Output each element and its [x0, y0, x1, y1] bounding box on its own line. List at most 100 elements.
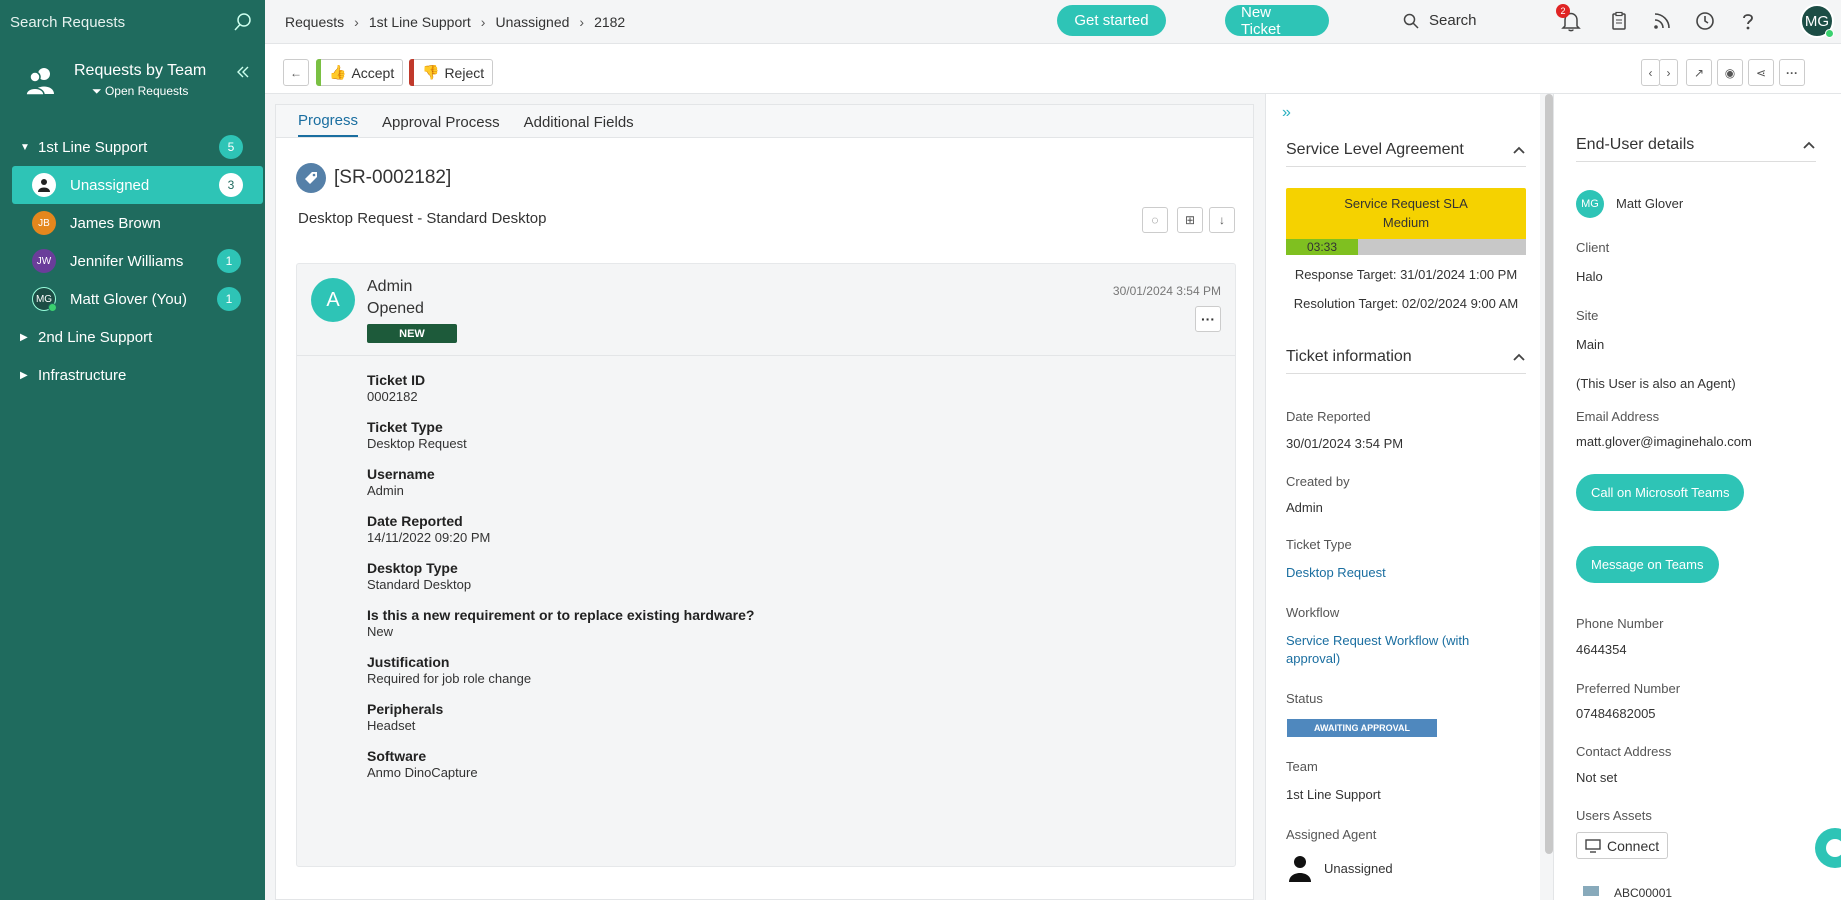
- clipboard-icon[interactable]: [1608, 10, 1630, 32]
- connect-button[interactable]: Connect: [1576, 832, 1669, 859]
- chat-icon: [1826, 839, 1841, 857]
- eye-icon: ◉: [1724, 65, 1736, 80]
- share-icon: ⋖: [1755, 65, 1767, 80]
- count-badge: 1: [217, 249, 241, 273]
- group-2nd-line-support[interactable]: ▶ 2nd Line Support: [0, 318, 265, 356]
- open-external-button[interactable]: ↗: [1686, 59, 1712, 86]
- preferred-number-link[interactable]: 07484682005: [1576, 706, 1656, 721]
- chevron-up-icon: [1513, 353, 1525, 361]
- ticket-info-section-header[interactable]: Ticket information: [1286, 348, 1526, 374]
- clock-icon[interactable]: [1694, 10, 1716, 32]
- global-search[interactable]: Search: [1403, 12, 1477, 29]
- add-action-button[interactable]: ⊞: [1177, 207, 1203, 233]
- group-1st-line-support[interactable]: ▼ 1st Line Support 5: [0, 128, 265, 166]
- computer-icon: [1583, 886, 1599, 896]
- tab-additional-fields[interactable]: Additional Fields: [524, 114, 634, 137]
- sidebar-search[interactable]: Search Requests: [0, 0, 265, 44]
- previous-ticket-button[interactable]: ‹: [1641, 59, 1660, 86]
- status-label: Status: [1286, 691, 1323, 706]
- field-desktop-type: Desktop Type Standard Desktop: [367, 560, 472, 592]
- group-infrastructure[interactable]: ▶ Infrastructure: [0, 356, 265, 394]
- ticket-type-label: Ticket Type: [1286, 537, 1352, 552]
- scrollbar[interactable]: [1545, 94, 1553, 854]
- external-link-icon: ↗: [1693, 65, 1705, 80]
- arrow-left-icon: ←: [290, 65, 302, 80]
- field-ticket-type: Ticket Type Desktop Request: [367, 419, 467, 451]
- breadcrumb-requests[interactable]: Requests: [285, 14, 344, 30]
- date-reported-value: 30/01/2024 3:54 PM: [1286, 436, 1404, 451]
- user-avatar[interactable]: MG: [1800, 4, 1834, 38]
- search-icon[interactable]: [233, 12, 253, 32]
- next-ticket-button[interactable]: ›: [1659, 59, 1678, 86]
- rss-icon[interactable]: [1651, 10, 1673, 32]
- phone-link[interactable]: 4644354: [1576, 642, 1627, 657]
- tab-progress[interactable]: Progress: [298, 112, 359, 137]
- site-link[interactable]: Main: [1576, 337, 1604, 352]
- help-icon[interactable]: [1737, 10, 1759, 32]
- sidebar-search-input[interactable]: Search Requests: [10, 14, 125, 31]
- assigned-agent-value: Unassigned: [1324, 861, 1393, 876]
- tab-approval-process[interactable]: Approval Process: [382, 114, 500, 137]
- agent-james-brown[interactable]: JB James Brown: [12, 204, 263, 242]
- chevron-right-icon: ›: [1666, 65, 1671, 80]
- asset-link[interactable]: ABC00001: [1614, 886, 1672, 900]
- action-more-button[interactable]: ···: [1195, 306, 1221, 332]
- people-icon: [25, 68, 54, 96]
- ticket-panel: Progress Approval Process Additional Fie…: [275, 104, 1254, 900]
- breadcrumb-agent[interactable]: Unassigned: [495, 14, 569, 30]
- collapse-sidebar-icon[interactable]: [235, 64, 251, 80]
- breadcrumb-team[interactable]: 1st Line Support: [369, 14, 471, 30]
- call-teams-button[interactable]: Call on Microsoft Teams: [1576, 474, 1745, 511]
- share-button[interactable]: ⋖: [1748, 59, 1774, 86]
- field-ticket-id: Ticket ID 0002182: [367, 372, 426, 404]
- chevron-left-icon: ‹: [1648, 65, 1653, 80]
- team-value: 1st Line Support: [1286, 787, 1381, 802]
- add-note-button[interactable]: ◌: [1142, 207, 1168, 233]
- status-badge: NEW: [367, 324, 457, 343]
- more-options-button[interactable]: ···: [1779, 59, 1805, 86]
- watch-button[interactable]: ◉: [1717, 59, 1743, 86]
- agent-matt-glover[interactable]: MG Matt Glover (You) 1: [12, 280, 263, 318]
- new-ticket-button[interactable]: New Ticket: [1225, 4, 1329, 38]
- field-peripherals: Peripherals Headset: [367, 701, 444, 733]
- divider: [297, 355, 1235, 356]
- agent-jennifer-williams[interactable]: JW Jennifer Williams 1: [12, 242, 263, 280]
- end-user-name-link[interactable]: Matt Glover: [1616, 196, 1683, 211]
- count-badge: 3: [219, 173, 243, 197]
- email-label: Email Address: [1576, 409, 1660, 424]
- action-card: A Admin Opened NEW 30/01/2024 3:54 PM ··…: [296, 263, 1236, 867]
- scroll-down-button[interactable]: ↓: [1209, 207, 1235, 233]
- ticket-icon: [296, 163, 326, 193]
- assigned-agent-label: Assigned Agent: [1286, 827, 1377, 842]
- workflow-link[interactable]: Service Request Workflow (with approval): [1286, 632, 1516, 668]
- client-label: Client: [1576, 240, 1610, 255]
- ticket-id: [SR-0002182]: [334, 167, 452, 188]
- team-header: Requests by Team ⏷ Open Requests: [0, 44, 265, 128]
- end-user-section-header[interactable]: End-User details: [1576, 136, 1816, 162]
- site-label: Site: [1576, 308, 1599, 323]
- reject-button[interactable]: 👎 Reject: [409, 59, 494, 86]
- chat-widget-button[interactable]: [1815, 828, 1841, 868]
- monitor-icon: [1585, 838, 1601, 853]
- get-started-button[interactable]: Get started: [1057, 5, 1166, 36]
- sla-section-header[interactable]: Service Level Agreement: [1286, 141, 1526, 167]
- caret-right-icon: ▶: [20, 369, 28, 381]
- sla-timer-bar: 03:33: [1286, 239, 1526, 255]
- expand-panel-icon[interactable]: »: [1282, 104, 1291, 122]
- search-icon: [1403, 13, 1419, 29]
- message-teams-button[interactable]: Message on Teams: [1576, 546, 1719, 583]
- ticket-type-link[interactable]: Desktop Request: [1286, 564, 1516, 582]
- users-assets-label: Users Assets: [1576, 808, 1652, 823]
- client-link[interactable]: Halo: [1576, 269, 1603, 284]
- field-username: Username Admin: [367, 466, 435, 498]
- email-link[interactable]: matt.glover@imaginehalo.com: [1576, 434, 1752, 449]
- avatar: JB: [32, 211, 56, 235]
- back-button[interactable]: ←: [283, 59, 309, 86]
- notifications-button[interactable]: 2: [1556, 4, 1582, 32]
- sla-priority: Medium: [1382, 215, 1430, 230]
- filter-label[interactable]: ⏷ Open Requests: [92, 84, 206, 99]
- chevron-up-icon: [1513, 146, 1525, 154]
- accept-button[interactable]: 👍 Accept: [316, 59, 404, 86]
- agent-unassigned[interactable]: Unassigned 3: [12, 166, 263, 204]
- workflow-label: Workflow: [1286, 605, 1340, 620]
